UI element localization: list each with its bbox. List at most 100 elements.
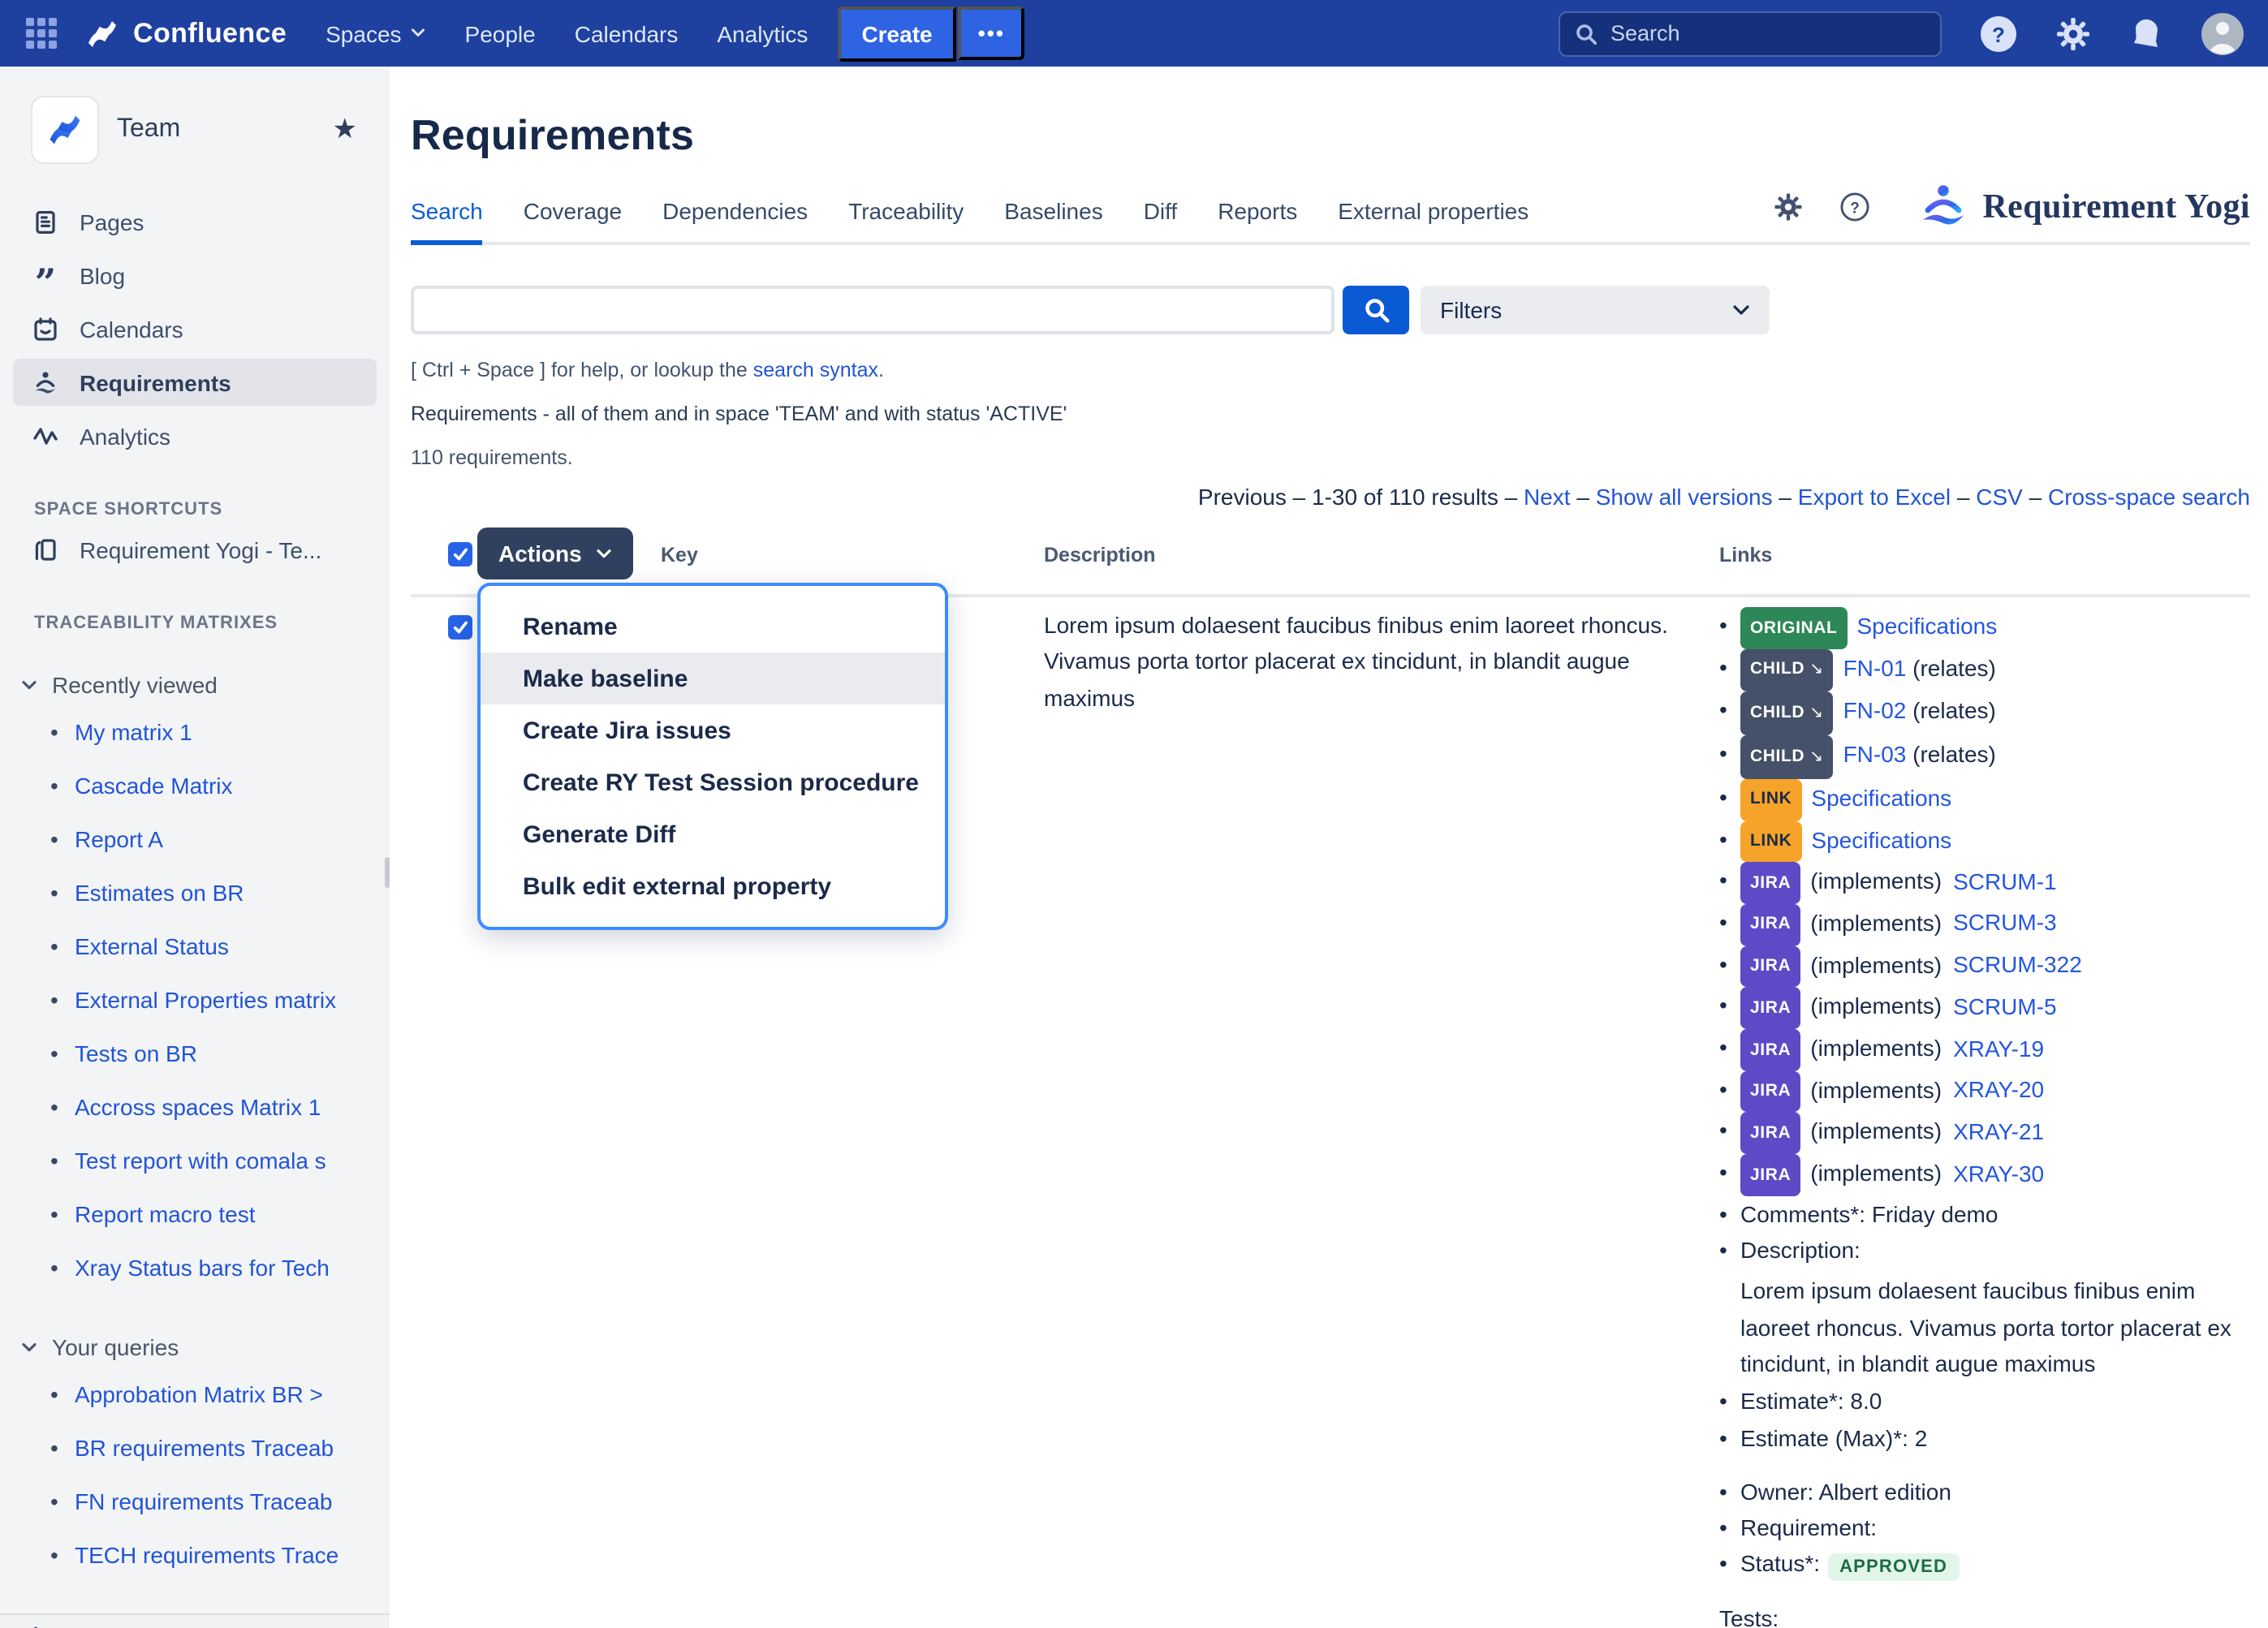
requirement-link-xray-21[interactable]: XRAY-21 (1953, 1118, 2044, 1144)
matrix-link-my-matrix-1[interactable]: My matrix 1 (75, 719, 192, 745)
matrix-link-item: External Status (0, 920, 390, 974)
jira-badge: JIRA (1740, 904, 1800, 945)
menu-item-make-baseline[interactable]: Make baseline (481, 652, 945, 704)
requirement-link-fn-02[interactable]: FN-02 (1843, 698, 1907, 724)
requirement-link-specifications[interactable]: Specifications (1856, 613, 1997, 639)
matrix-link-xray-status-bars-for-tech[interactable]: Xray Status bars for Tech (75, 1255, 330, 1281)
help-icon[interactable]: ? (1977, 12, 2020, 54)
requirement-link-scrum-5[interactable]: SCRUM-5 (1953, 993, 2057, 1019)
menu-item-bulk-edit-external-property[interactable]: Bulk edit external property (481, 860, 945, 912)
row-checkbox[interactable] (448, 615, 472, 640)
tab-dependencies[interactable]: Dependencies (662, 183, 808, 242)
top-navigation-bar: Confluence SpacesPeopleCalendarsAnalytic… (0, 0, 2268, 67)
topnav-people[interactable]: People (449, 11, 552, 56)
matrix-link-br-requirements-traceab[interactable]: BR requirements Traceab (75, 1435, 334, 1461)
select-all-checkbox[interactable] (448, 542, 472, 566)
search-syntax-link[interactable]: search syntax (753, 359, 878, 381)
create-more-button[interactable]: ••• (959, 6, 1024, 60)
requirement-link-xray-20[interactable]: XRAY-20 (1953, 1076, 2044, 1102)
matrix-link-item: Test report with comala s (0, 1135, 390, 1188)
pagination-export-to-excel[interactable]: Export to Excel (1798, 484, 1951, 510)
space-logo[interactable] (32, 97, 97, 162)
tab-diff[interactable]: Diff (1144, 183, 1178, 242)
global-search-input[interactable]: Search (1559, 11, 1942, 56)
requirement-link-scrum-1[interactable]: SCRUM-1 (1953, 868, 2057, 894)
favorite-star-icon[interactable]: ★ (333, 114, 368, 146)
tab-external-properties[interactable]: External properties (1338, 183, 1529, 242)
sidebar-item-analytics[interactable]: Analytics (13, 412, 377, 459)
group-toggle-your-queries[interactable]: Your queries (21, 1334, 390, 1360)
requirement-search-input[interactable] (411, 286, 1334, 334)
sidebar-item-pages[interactable]: Pages (13, 198, 377, 245)
pagination-csv[interactable]: CSV (1976, 484, 2023, 510)
property-item: Owner: Albert edition (1719, 1474, 2262, 1510)
global-search-placeholder: Search (1610, 21, 1680, 45)
tests-label: Tests: (1719, 1606, 2262, 1628)
matrix-link-tech-requirements-trace[interactable]: TECH requirements Trace (75, 1542, 338, 1568)
sidebar-item-blog[interactable]: ”Blog (13, 252, 377, 299)
requirement-link-specifications[interactable]: Specifications (1811, 826, 1951, 852)
pagination-show-all-versions[interactable]: Show all versions (1596, 484, 1773, 510)
matrix-link-item: BR requirements Traceab (0, 1422, 390, 1475)
matrix-link-report-a[interactable]: Report A (75, 826, 163, 852)
link-annotation: (relates) (1906, 698, 1995, 724)
matrix-link-accross-spaces-matrix-1[interactable]: Accross spaces Matrix 1 (75, 1094, 321, 1120)
space-tools-bar[interactable]: Space tools (0, 1613, 390, 1628)
link-item: JIRA(implements)XRAY-21 (1719, 1113, 2262, 1154)
topnav-spaces[interactable]: Spaces (309, 11, 442, 56)
group-toggle-recently-viewed[interactable]: Recently viewed (21, 672, 390, 698)
requirement-link-scrum-3[interactable]: SCRUM-3 (1953, 910, 2057, 936)
sidebar-item-requirements[interactable]: Requirements (13, 359, 377, 406)
link-annotation: (implements) (1810, 1160, 1942, 1186)
link-annotation: (implements) (1810, 1035, 1942, 1061)
sidebar-item-calendars[interactable]: Calendars (13, 305, 377, 352)
tab-baselines[interactable]: Baselines (1004, 183, 1102, 242)
svg-text:?: ? (1851, 199, 1861, 216)
topnav-analytics[interactable]: Analytics (701, 11, 824, 56)
requirement-link-xray-30[interactable]: XRAY-30 (1953, 1160, 2044, 1186)
menu-item-create-jira-issues[interactable]: Create Jira issues (481, 704, 945, 756)
requirement-link-scrum-322[interactable]: SCRUM-322 (1953, 951, 2082, 977)
matrix-link-approbation-matrix-br[interactable]: Approbation Matrix BR > (75, 1381, 323, 1407)
requirement-link-specifications[interactable]: Specifications (1811, 785, 1951, 811)
requirement-link-xray-19[interactable]: XRAY-19 (1953, 1035, 2044, 1061)
actions-button[interactable]: Actions (477, 528, 634, 579)
filters-dropdown[interactable]: Filters (1421, 286, 1770, 334)
menu-item-create-ry-test-session-procedure[interactable]: Create RY Test Session procedure (481, 756, 945, 808)
matrix-link-test-report-with-comala-s[interactable]: Test report with comala s (75, 1148, 326, 1174)
requirement-link-fn-01[interactable]: FN-01 (1843, 654, 1907, 680)
create-button[interactable]: Create (837, 6, 956, 61)
links-spacer (1719, 1456, 2262, 1474)
notifications-bell-icon[interactable] (2127, 14, 2166, 53)
menu-item-rename[interactable]: Rename (481, 601, 945, 652)
requirements-help-icon[interactable]: ? (1839, 191, 1870, 222)
tab-search[interactable]: Search (411, 183, 483, 245)
matrix-link-item: Tests on BR (0, 1027, 390, 1081)
sidebar-item-requirement-yogi-te[interactable]: Requirement Yogi - Te... (13, 526, 377, 573)
user-avatar[interactable] (2200, 11, 2245, 56)
jira-badge: JIRA (1740, 1113, 1800, 1154)
requirements-settings-gear-icon[interactable] (1773, 191, 1804, 222)
arrow-down-right-icon: ↘ (1809, 747, 1823, 765)
pagination-next[interactable]: Next (1524, 484, 1571, 510)
matrix-link-external-status[interactable]: External Status (75, 933, 229, 959)
matrix-link-report-macro-test[interactable]: Report macro test (75, 1201, 256, 1227)
matrix-link-external-properties-matrix[interactable]: External Properties matrix (75, 987, 336, 1013)
topnav-calendars[interactable]: Calendars (558, 11, 695, 56)
tab-coverage[interactable]: Coverage (524, 183, 622, 242)
settings-gear-icon[interactable] (2054, 14, 2093, 53)
requirement-search-button[interactable] (1343, 286, 1409, 334)
tab-reports[interactable]: Reports (1218, 183, 1297, 242)
matrix-link-tests-on-br[interactable]: Tests on BR (75, 1040, 197, 1066)
tab-traceability[interactable]: Traceability (848, 183, 964, 242)
matrix-link-estimates-on-br[interactable]: Estimates on BR (75, 880, 244, 906)
confluence-logo[interactable]: Confluence (83, 14, 287, 53)
pagination-cross-space-search[interactable]: Cross-space search (2048, 484, 2250, 510)
app-switcher-icon[interactable] (16, 8, 67, 58)
link-badge: LINK (1740, 820, 1801, 862)
requirement-link-fn-03[interactable]: FN-03 (1843, 741, 1907, 767)
menu-item-generate-diff[interactable]: Generate Diff (481, 808, 945, 860)
matrix-link-fn-requirements-traceab[interactable]: FN requirements Traceab (75, 1488, 332, 1514)
matrix-link-cascade-matrix[interactable]: Cascade Matrix (75, 773, 233, 799)
requirement-yogi-brand[interactable]: Requirement Yogi (1919, 183, 2250, 229)
